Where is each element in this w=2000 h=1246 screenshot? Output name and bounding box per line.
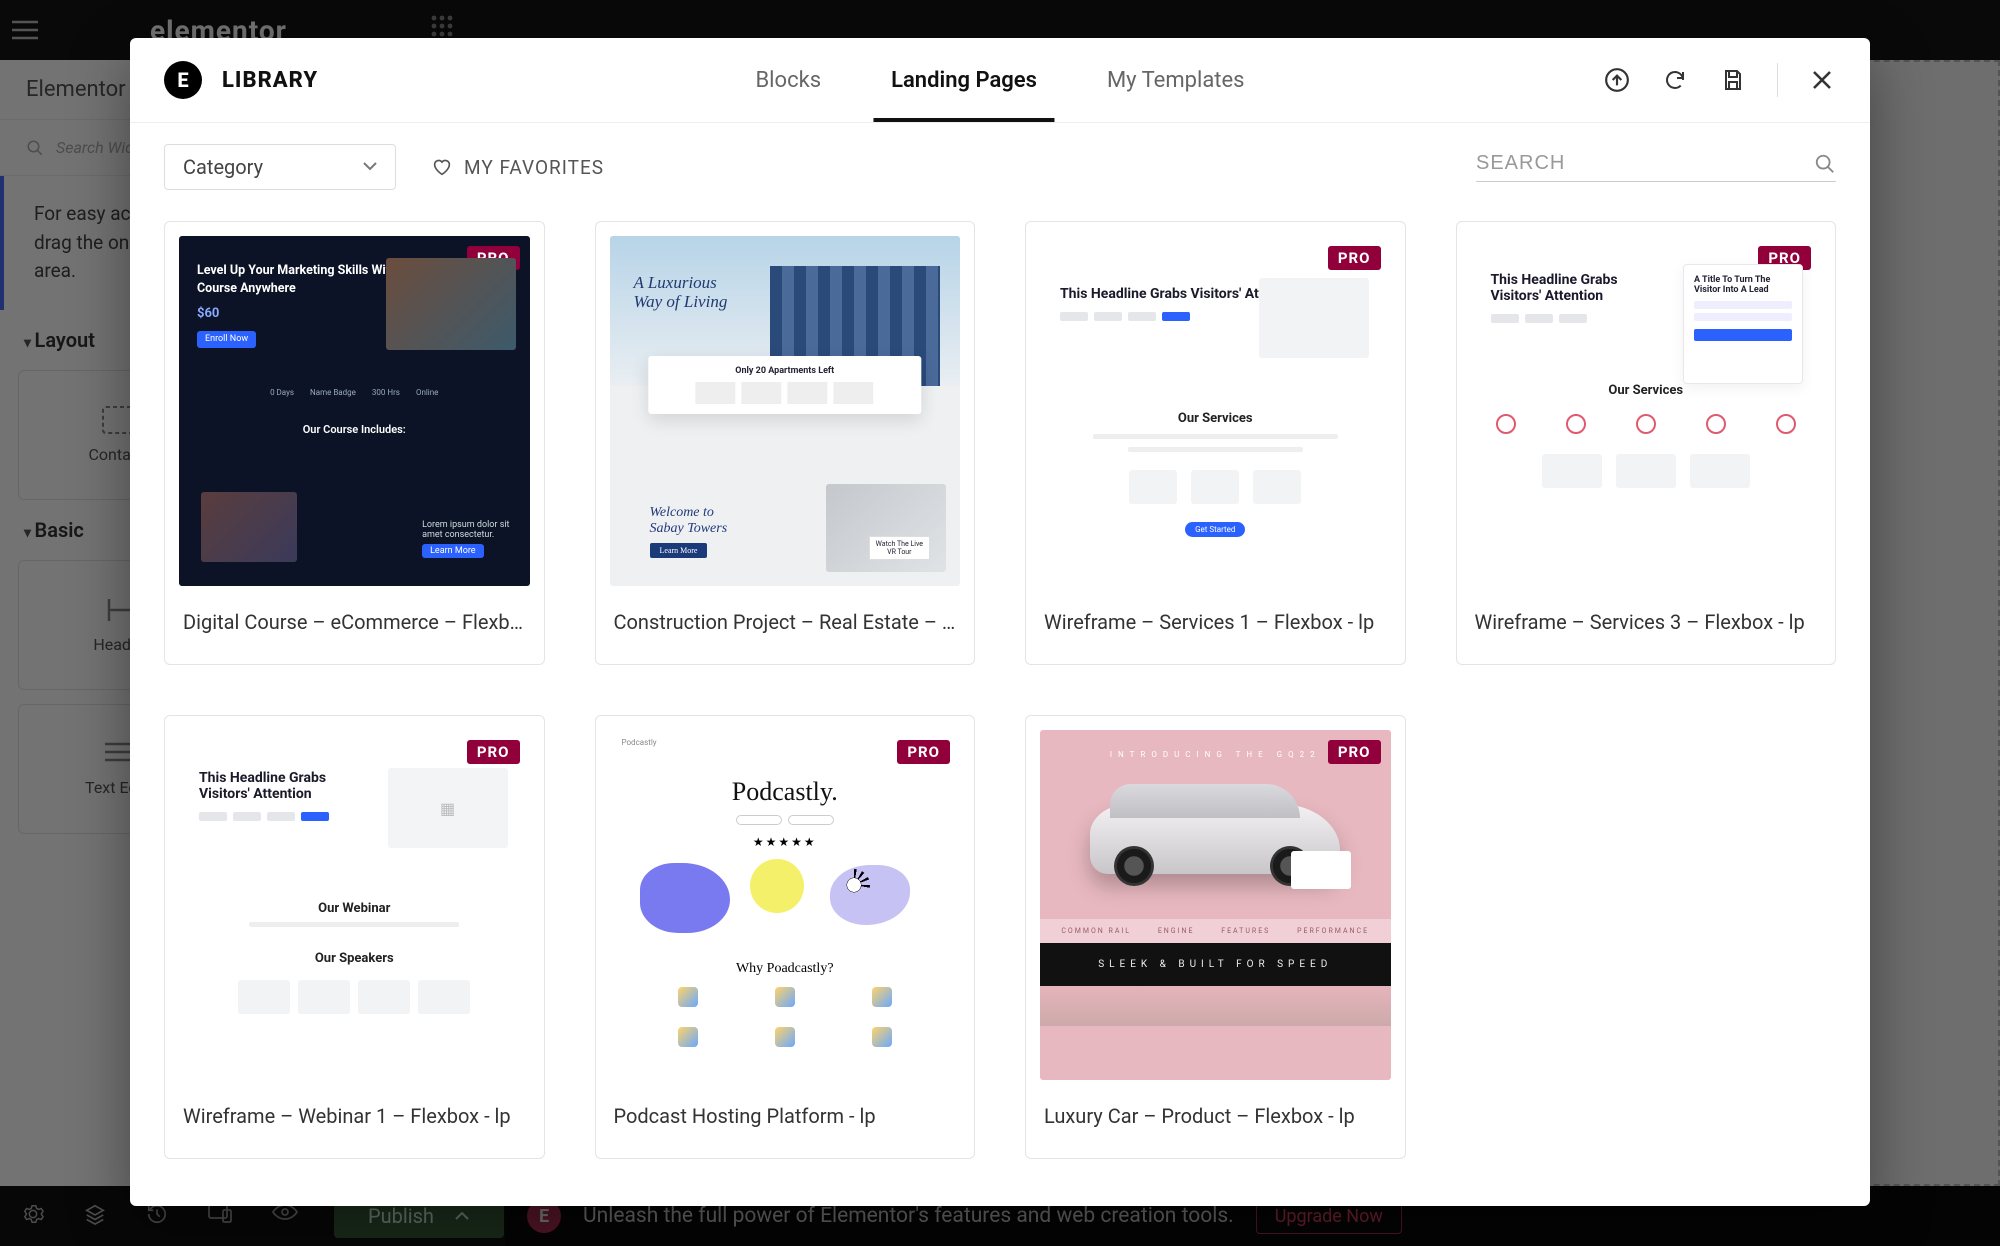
library-modal: E LIBRARY Blocks Landing Pages My Templa… <box>130 38 1870 1206</box>
template-thumbnail: PRO This Headline Grabs Visitors' Attent… <box>1471 236 1822 586</box>
thumb-headline: This Headline Grabs Visitors' Attention <box>1471 236 1664 314</box>
thumb-vr-btn: Watch The Live VR Tour <box>869 536 930 560</box>
template-card[interactable]: PRO This Headline Grabs Visitors' Attent… <box>1456 221 1837 665</box>
heart-icon <box>432 158 452 176</box>
template-title: Podcast Hosting Platform - lp <box>596 1080 975 1158</box>
search-icon <box>1814 153 1836 175</box>
thumb-price: $60 <box>197 306 219 321</box>
template-card[interactable]: PRO This Headline Grabs Visitors' Attent… <box>164 715 545 1159</box>
empty-slot <box>1456 715 1837 1159</box>
thumb-welcome: Welcome to Sabay Towers <box>650 505 728 536</box>
template-thumbnail: PRO INTRODUCING THE GQ22 COMMON RAILENGI… <box>1040 730 1391 1080</box>
thumb-why: Why Poadcastly? <box>610 961 961 977</box>
save-icon[interactable] <box>1719 66 1747 94</box>
upload-icon[interactable] <box>1603 66 1631 94</box>
template-card[interactable]: PRO A Luxurious Way of Living Only 20 Ap… <box>595 221 976 665</box>
pro-badge: PRO <box>897 740 950 764</box>
tab-my-templates[interactable]: My Templates <box>1107 38 1245 122</box>
template-title: Luxury Car – Product – Flexbox - lp <box>1026 1080 1405 1158</box>
category-label: Category <box>183 155 263 179</box>
search-input[interactable] <box>1476 152 1814 175</box>
thumb-webinar: Our Webinar <box>179 901 530 916</box>
template-title: Wireframe – Services 3 – Flexbox - lp <box>1457 586 1836 664</box>
template-title: Wireframe – Services 1 – Flexbox - lp <box>1026 586 1405 664</box>
template-thumbnail: PRO This Headline Grabs Visitors' Attent… <box>1040 236 1391 586</box>
elementor-logo-icon: E <box>164 61 202 99</box>
template-thumbnail: PRO Podcastly Podcastly. ★★★★★ Why Poadc… <box>610 730 961 1080</box>
template-grid[interactable]: PRO Level Up Your Marketing Skills With … <box>130 211 1870 1206</box>
thumb-headline: This Headline Grabs Visitors' Attention <box>179 730 372 812</box>
modal-toolbar: Category MY FAVORITES <box>130 123 1870 211</box>
sync-icon[interactable] <box>1661 66 1689 94</box>
thumb-card-title: A Title To Turn The Visitor Into A Lead <box>1694 275 1792 295</box>
thumb-mid: Our Course Includes: <box>179 423 530 436</box>
modal-title: LIBRARY <box>222 68 318 93</box>
thumb-services: Our Services <box>1471 383 1822 398</box>
template-card[interactable]: PRO This Headline Grabs Visitors' Attent… <box>1025 221 1406 665</box>
tab-landing-pages[interactable]: Landing Pages <box>891 38 1037 122</box>
thumb-services: Our Services <box>1040 411 1391 426</box>
my-favorites-button[interactable]: MY FAVORITES <box>432 156 604 179</box>
template-card[interactable]: PRO Podcastly Podcastly. ★★★★★ Why Poadc… <box>595 715 976 1159</box>
thumb-speakers: Our Speakers <box>179 951 530 966</box>
thumb-card-text: Only 20 Apartments Left <box>735 366 834 376</box>
modal-actions <box>1603 63 1836 97</box>
template-search[interactable] <box>1476 152 1836 182</box>
tab-blocks[interactable]: Blocks <box>755 38 821 122</box>
template-title: Wireframe – Webinar 1 – Flexbox - lp <box>165 1080 544 1158</box>
modal-header: E LIBRARY Blocks Landing Pages My Templa… <box>130 38 1870 123</box>
template-title: Digital Course – eCommerce – Flexbox - l… <box>165 586 544 664</box>
close-icon[interactable] <box>1808 66 1836 94</box>
modal-tabs: Blocks Landing Pages My Templates <box>755 38 1244 122</box>
pro-badge: PRO <box>467 740 520 764</box>
category-select[interactable]: Category <box>164 144 396 190</box>
chevron-down-icon <box>363 162 377 172</box>
actions-divider <box>1777 63 1778 97</box>
template-title: Construction Project – Real Estate – Fle… <box>596 586 975 664</box>
thumb-slogan: SLEEK & BUILT FOR SPEED <box>1040 943 1391 986</box>
thumb-title: Podcastly. <box>610 777 961 807</box>
pro-badge: PRO <box>1328 246 1381 270</box>
template-card[interactable]: PRO INTRODUCING THE GQ22 COMMON RAILENGI… <box>1025 715 1406 1159</box>
template-card[interactable]: PRO Level Up Your Marketing Skills With … <box>164 221 545 665</box>
thumb-headline: A Luxurious Way of Living <box>634 274 728 311</box>
my-favorites-label: MY FAVORITES <box>464 156 604 179</box>
template-thumbnail: PRO Level Up Your Marketing Skills With … <box>179 236 530 586</box>
template-thumbnail: PRO This Headline Grabs Visitors' Attent… <box>179 730 530 1080</box>
template-thumbnail: PRO A Luxurious Way of Living Only 20 Ap… <box>610 236 961 586</box>
